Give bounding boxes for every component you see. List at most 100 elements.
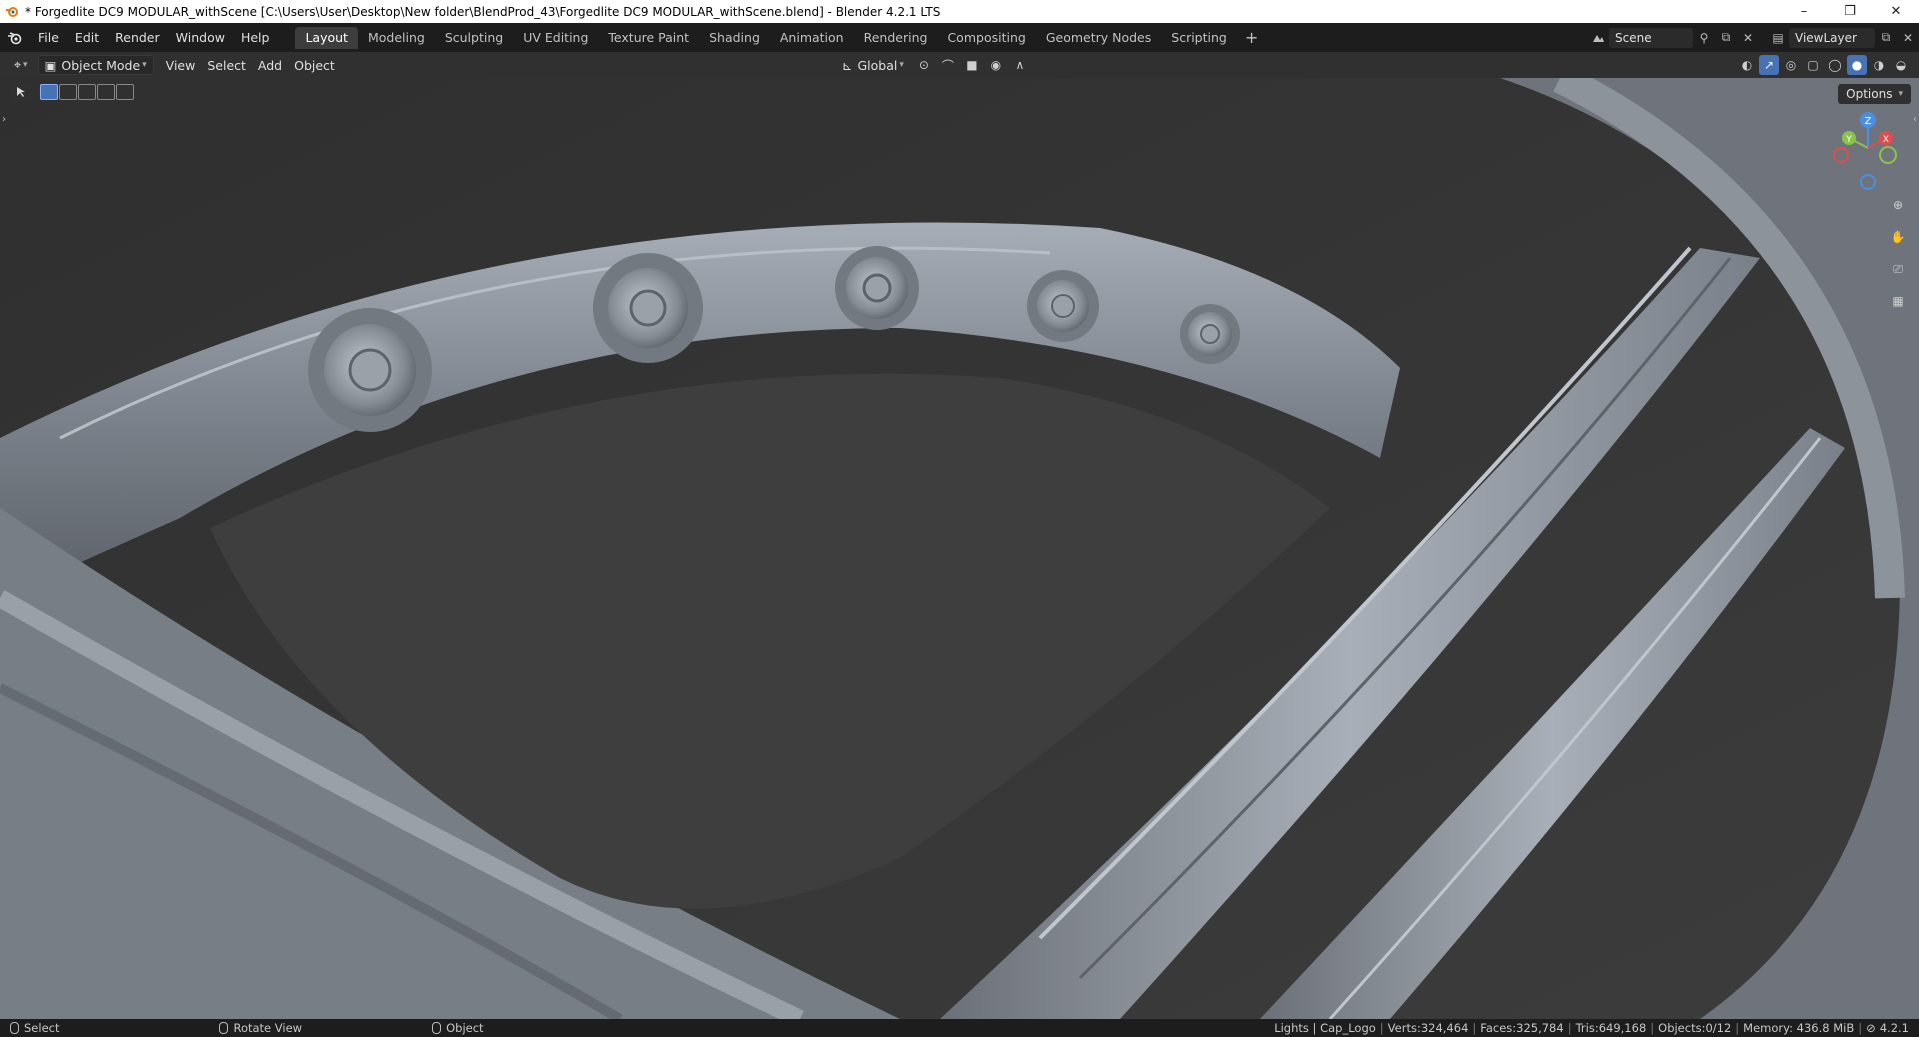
gizmo-y-label: Y [1845,135,1852,145]
mouse-left-icon [10,1022,19,1034]
select-invert-icon[interactable] [97,84,115,100]
status-hint-select: Select [10,1021,59,1035]
select-intersect-icon[interactable] [116,84,134,100]
options-label: Options [1846,87,1893,101]
zoom-icon[interactable]: ⊕ [1885,192,1911,218]
view-layer-icon[interactable]: ▤ [1767,28,1789,48]
select-extend-icon[interactable] [59,84,77,100]
stat-memory: Memory: 436.8 MiB [1743,1021,1855,1035]
material-shading-icon[interactable]: ◑ [1869,55,1889,75]
snap-icon[interactable]: ⌒ [938,55,958,75]
tab-compositing[interactable]: Compositing [937,27,1035,49]
chevron-down-icon: ▾ [1898,89,1903,99]
xray-icon[interactable]: ▢ [1803,55,1823,75]
select-new-icon[interactable] [40,84,58,100]
maximize-button[interactable]: ❐ [1827,0,1873,23]
mode-dropdown[interactable]: ▣ Object Mode ▾ [37,55,154,75]
workspace-tabs: Layout Modeling Sculpting UV Editing Tex… [295,26,1266,49]
wireframe-shading-icon[interactable]: ◯ [1825,55,1845,75]
status-bar: Select Rotate View Object Lights | Cap_L… [0,1019,1919,1037]
tab-uv-editing[interactable]: UV Editing [513,27,598,49]
window-titlebar: * Forgedlite DC9 MODULAR_withScene [C:\U… [0,0,1919,23]
add-workspace-button[interactable]: + [1237,28,1266,47]
gpu-icon: ⊘ [1866,1021,1876,1035]
select-tool-icon[interactable] [10,82,32,102]
minimize-button[interactable]: – [1781,0,1827,23]
stat-collection: Lights | Cap_Logo [1274,1021,1376,1035]
sidebar-expand-icon[interactable]: ‹ [1913,114,1917,125]
menu-edit[interactable]: Edit [67,27,107,49]
new-view-layer-icon[interactable]: ⧉ [1875,28,1897,48]
rendered-shading-icon[interactable]: ◒ [1891,55,1911,75]
tab-rendering[interactable]: Rendering [854,27,938,49]
object-mode-icon: ▣ [44,57,57,73]
tab-geometry-nodes[interactable]: Geometry Nodes [1036,27,1161,49]
select-subtract-icon[interactable] [78,84,96,100]
proportional-editing-icon[interactable]: ◉ [986,55,1006,75]
status-hint-rotate: Rotate View [219,1021,302,1035]
menu-select[interactable]: Select [201,55,252,75]
tab-modeling[interactable]: Modeling [358,27,435,49]
blender-app-icon [5,5,19,19]
pin-icon[interactable]: ⚲ [1693,28,1715,48]
camera-view-icon[interactable]: ⎚ [1885,256,1911,282]
gizmo-toggle-icon[interactable]: ↗ [1759,55,1779,75]
scene-selector[interactable]: Scene [1609,27,1693,48]
status-hint-object: Object [432,1021,484,1035]
blender-menu-icon[interactable] [0,27,30,49]
delete-view-layer-icon[interactable]: ✕ [1897,28,1919,48]
wheel-render: Z X Y [0,78,1919,1019]
tab-texture-paint[interactable]: Texture Paint [598,27,699,49]
close-button[interactable]: ✕ [1873,0,1919,23]
status-hint-label: Object [446,1021,484,1035]
pivot-point-icon[interactable]: ⊙ [914,55,934,75]
pan-hand-icon[interactable]: ✋ [1885,224,1911,250]
falloff-icon[interactable]: ∧ [1010,55,1030,75]
stat-faces: Faces:325,784 [1480,1021,1564,1035]
menu-view[interactable]: View [160,55,202,75]
status-hint-label: Select [24,1021,60,1035]
tab-shading[interactable]: Shading [699,27,770,49]
menu-window[interactable]: Window [168,27,233,49]
snap-target-icon[interactable]: ■ [962,55,982,75]
menu-render[interactable]: Render [107,27,168,49]
menu-add[interactable]: Add [252,55,288,75]
menu-help[interactable]: Help [233,27,278,49]
visibility-icon[interactable]: ◐ [1737,55,1757,75]
tab-sculpting[interactable]: Sculpting [435,27,513,49]
orientation-label: Global [857,57,898,73]
stat-version: 4.2.1 [1879,1021,1909,1035]
status-hint-label: Rotate View [233,1021,303,1035]
options-dropdown[interactable]: Options ▾ [1838,84,1911,104]
chevron-down-icon: ▾ [899,60,904,70]
view-layer-name: ViewLayer [1795,30,1857,45]
toolbar-expand-icon[interactable]: › [2,114,6,125]
orientation-icon: ⊾ [842,57,853,73]
3d-viewport[interactable]: Z X Y › ‹ Options ▾ ⊕ ✋ ⎚ ▦ [0,78,1919,1019]
editor-type-button[interactable]: ⌖ ▾ [8,55,34,75]
view-layer-selector[interactable]: ViewLayer [1789,27,1875,48]
orthographic-toggle-icon[interactable]: ▦ [1885,288,1911,314]
tab-layout[interactable]: Layout [295,26,358,49]
delete-scene-icon[interactable]: ✕ [1737,28,1759,48]
selection-mode-group [38,82,136,102]
stat-tris: Tris:649,168 [1575,1021,1647,1035]
chevron-down-icon: ▾ [142,60,147,70]
scene-name: Scene [1615,30,1652,45]
overlays-icon[interactable]: ◎ [1781,55,1801,75]
gizmo-z-label: Z [1865,116,1872,127]
mode-label: Object Mode [61,57,141,73]
gizmo-x-label: X [1883,135,1889,145]
menu-object[interactable]: Object [288,55,341,75]
tab-scripting[interactable]: Scripting [1161,27,1237,49]
mouse-middle-icon [219,1022,229,1034]
scene-icon[interactable] [1587,28,1609,48]
stat-objects: Objects:0/12 [1658,1021,1732,1035]
stat-verts: Verts:324,464 [1387,1021,1469,1035]
transform-orientation-dropdown[interactable]: ⊾ Global ▾ [836,55,910,75]
new-scene-icon[interactable]: ⧉ [1715,28,1737,48]
tab-animation[interactable]: Animation [770,27,854,49]
menu-file[interactable]: File [30,27,67,49]
solid-shading-icon[interactable]: ● [1847,55,1867,75]
top-bar: File Edit Render Window Help Layout Mode… [0,23,1919,52]
